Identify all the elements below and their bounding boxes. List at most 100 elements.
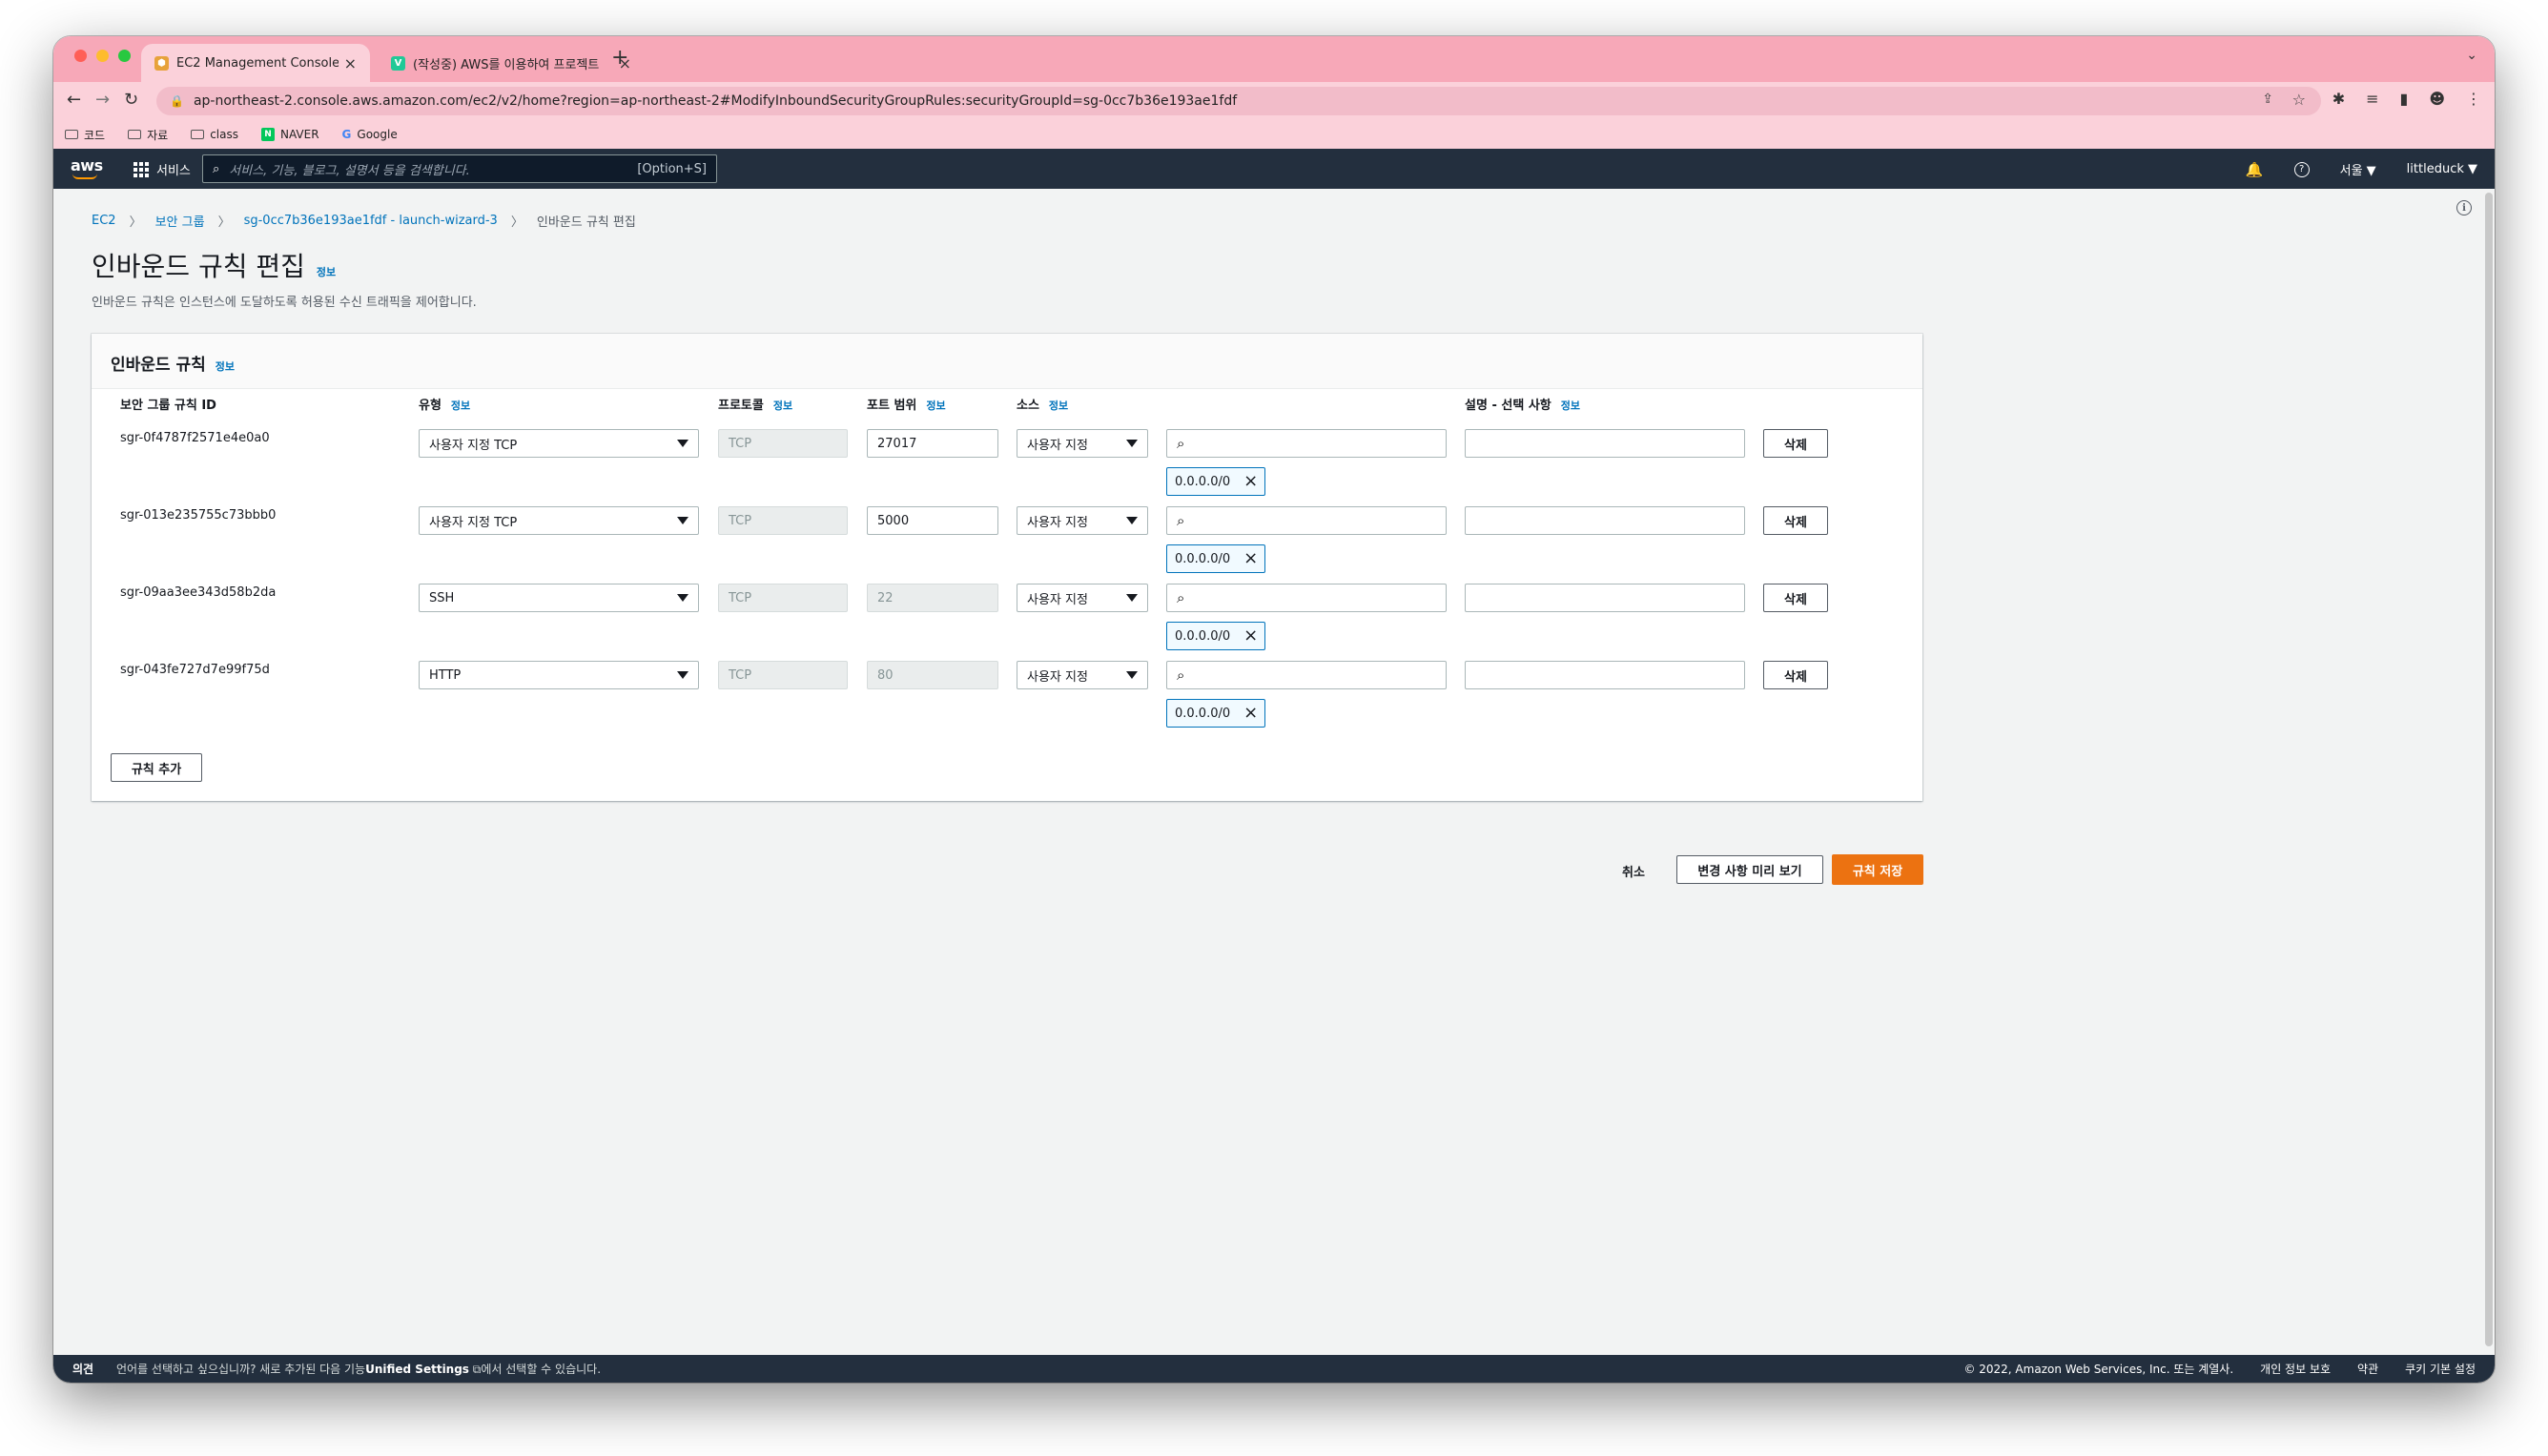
aws-logo[interactable]: aws	[71, 156, 103, 179]
info-link[interactable]: 정보	[773, 398, 792, 413]
info-link[interactable]: 정보	[317, 264, 336, 279]
preview-changes-button[interactable]: 변경 사항 미리 보기	[1676, 855, 1823, 884]
type-select[interactable]: 사용자 지정 TCP	[419, 506, 699, 535]
info-link[interactable]: 정보	[1049, 398, 1068, 413]
source-select[interactable]: 사용자 지정	[1017, 584, 1148, 612]
bookmark-code[interactable]: 코드	[65, 127, 105, 143]
type-select[interactable]: SSH	[419, 584, 699, 612]
search-icon: ⌕	[1177, 589, 1185, 606]
address-bar[interactable]: 🔒 ap-northeast-2.console.aws.amazon.com/…	[156, 87, 2321, 115]
cidr-search-input[interactable]: ⌕	[1166, 661, 1447, 689]
grid-icon	[134, 161, 149, 177]
feedback-link[interactable]: 의견	[72, 1361, 93, 1377]
new-tab-icon[interactable]: +	[611, 46, 628, 70]
delete-rule-button[interactable]: 삭제	[1763, 506, 1828, 535]
port-input[interactable]: 27017	[867, 429, 998, 458]
bookmarks-bar: 코드 자료 class N NAVER G Google	[53, 120, 2495, 149]
url-text: ap-northeast-2.console.aws.amazon.com/ec…	[193, 93, 1238, 109]
extensions-area: ✱ ≡ ▮ ☻ ⋮	[2332, 90, 2481, 108]
terms-link[interactable]: 약관	[2357, 1361, 2378, 1377]
back-icon[interactable]: ←	[67, 90, 81, 110]
breadcrumb-security-groups[interactable]: 보안 그룹	[155, 212, 205, 230]
search-icon: ⌕	[213, 161, 220, 176]
bell-icon[interactable]: 🔔	[2246, 161, 2264, 178]
source-select[interactable]: 사용자 지정	[1017, 506, 1148, 535]
search-icon: ⌕	[1177, 512, 1185, 529]
help-icon[interactable]: ?	[2293, 161, 2310, 177]
region-selector[interactable]: 서울 ▼	[2340, 160, 2376, 178]
protocol-field: TCP	[718, 584, 848, 612]
bookmark-google[interactable]: G Google	[342, 128, 398, 141]
description-input[interactable]	[1465, 661, 1745, 689]
velog-icon: V	[391, 55, 405, 71]
rule-id: sgr-09aa3ee343d58b2da	[120, 585, 277, 600]
port-input[interactable]: 5000	[867, 506, 998, 535]
breadcrumb-security-group[interactable]: sg-0cc7b36e193ae1fdf - launch-wizard-3	[244, 214, 498, 228]
aws-search-input[interactable]: ⌕ 서비스, 기능, 블로그, 설명서 등을 검색합니다. [Option+S]	[202, 154, 717, 183]
chevron-down-icon[interactable]: ⌄	[2466, 48, 2477, 63]
close-icon[interactable]: ×	[1243, 705, 1258, 722]
bookmark-naver[interactable]: N NAVER	[260, 128, 319, 141]
tab-ec2-console[interactable]: ⬢ EC2 Management Console ×	[141, 44, 370, 82]
console-footer: 의견 언어를 선택하고 싶으십니까? 새로 추가된 다음 기능Unified S…	[53, 1355, 2495, 1383]
account-menu[interactable]: littleduck ▼	[2407, 162, 2477, 176]
source-select[interactable]: 사용자 지정	[1017, 429, 1148, 458]
col-header-rule-id: 보안 그룹 규칙 ID	[120, 399, 216, 413]
cidr-search-input[interactable]: ⌕	[1166, 584, 1447, 612]
col-header-type: 유형 정보	[419, 398, 471, 413]
source-select[interactable]: 사용자 지정	[1017, 661, 1148, 689]
description-input[interactable]	[1465, 429, 1745, 458]
rule-id: sgr-013e235755c73bbb0	[120, 508, 277, 523]
caret-down-icon	[677, 671, 688, 679]
close-icon[interactable]: ×	[1243, 627, 1258, 645]
reload-icon[interactable]: ↻	[124, 90, 138, 110]
scrollbar[interactable]	[2485, 193, 2493, 1346]
chevron-right-icon: 〉	[129, 215, 142, 230]
type-select[interactable]: 사용자 지정 TCP	[419, 429, 699, 458]
info-link[interactable]: 정보	[451, 398, 470, 413]
privacy-link[interactable]: 개인 정보 보호	[2260, 1361, 2331, 1377]
breadcrumb-ec2[interactable]: EC2	[92, 214, 116, 228]
protocol-field: TCP	[718, 429, 848, 458]
profile-icon[interactable]: ☻	[2429, 90, 2445, 108]
ec2-icon: ⬢	[154, 55, 169, 71]
services-menu[interactable]: 서비스	[134, 160, 191, 178]
menu-icon[interactable]: ⋮	[2466, 90, 2481, 108]
info-link[interactable]: 정보	[926, 398, 945, 413]
extensions-icon[interactable]: ✱	[2332, 90, 2345, 108]
share-icon[interactable]: ⇪	[2262, 92, 2273, 107]
delete-rule-button[interactable]: 삭제	[1763, 429, 1828, 458]
bookmark-data[interactable]: 자료	[128, 127, 168, 143]
description-input[interactable]	[1465, 584, 1745, 612]
sidepanel-icon[interactable]: ▮	[2400, 90, 2409, 108]
reading-list-icon[interactable]: ≡	[2366, 90, 2378, 108]
close-icon[interactable]: ×	[1243, 473, 1258, 490]
cidr-search-input[interactable]: ⌕	[1166, 506, 1447, 535]
footer-links: © 2022, Amazon Web Services, Inc. 또는 계열사…	[1963, 1361, 2476, 1377]
description-input[interactable]	[1465, 506, 1745, 535]
add-rule-button[interactable]: 규칙 추가	[111, 753, 202, 782]
cookie-preferences-link[interactable]: 쿠키 기본 설정	[2405, 1361, 2476, 1377]
cidr-search-input[interactable]: ⌕	[1166, 429, 1447, 458]
maximize-window-button[interactable]	[118, 50, 131, 62]
close-window-button[interactable]	[74, 50, 87, 62]
bookmark-class[interactable]: class	[191, 128, 238, 141]
save-rules-button[interactable]: 규칙 저장	[1832, 854, 1923, 885]
close-icon[interactable]: ×	[344, 54, 357, 72]
tab-velog[interactable]: V (작성중) AWS를 이용하여 프로젝트 ×	[378, 44, 645, 82]
unified-settings-link[interactable]: Unified Settings	[365, 1363, 469, 1376]
cidr-token: 0.0.0.0/0 ×	[1166, 467, 1265, 496]
star-icon[interactable]: ☆	[2292, 91, 2306, 109]
info-link[interactable]: 정보	[1561, 398, 1580, 413]
close-icon[interactable]: ×	[1243, 550, 1258, 567]
cidr-token: 0.0.0.0/0 ×	[1166, 699, 1265, 728]
info-link[interactable]: 정보	[216, 359, 235, 374]
delete-rule-button[interactable]: 삭제	[1763, 584, 1828, 612]
cancel-button[interactable]: 취소	[1622, 862, 1645, 880]
forward-icon[interactable]: →	[95, 90, 110, 110]
type-select[interactable]: HTTP	[419, 661, 699, 689]
delete-rule-button[interactable]: 삭제	[1763, 661, 1828, 689]
minimize-window-button[interactable]	[96, 50, 109, 62]
inbound-rules-panel: 인바운드 규칙 정보 보안 그룹 규칙 ID 유형 정보 프로토콜 정보 포트 범위…	[92, 334, 1922, 801]
info-panel-icon[interactable]: i	[2456, 200, 2472, 215]
